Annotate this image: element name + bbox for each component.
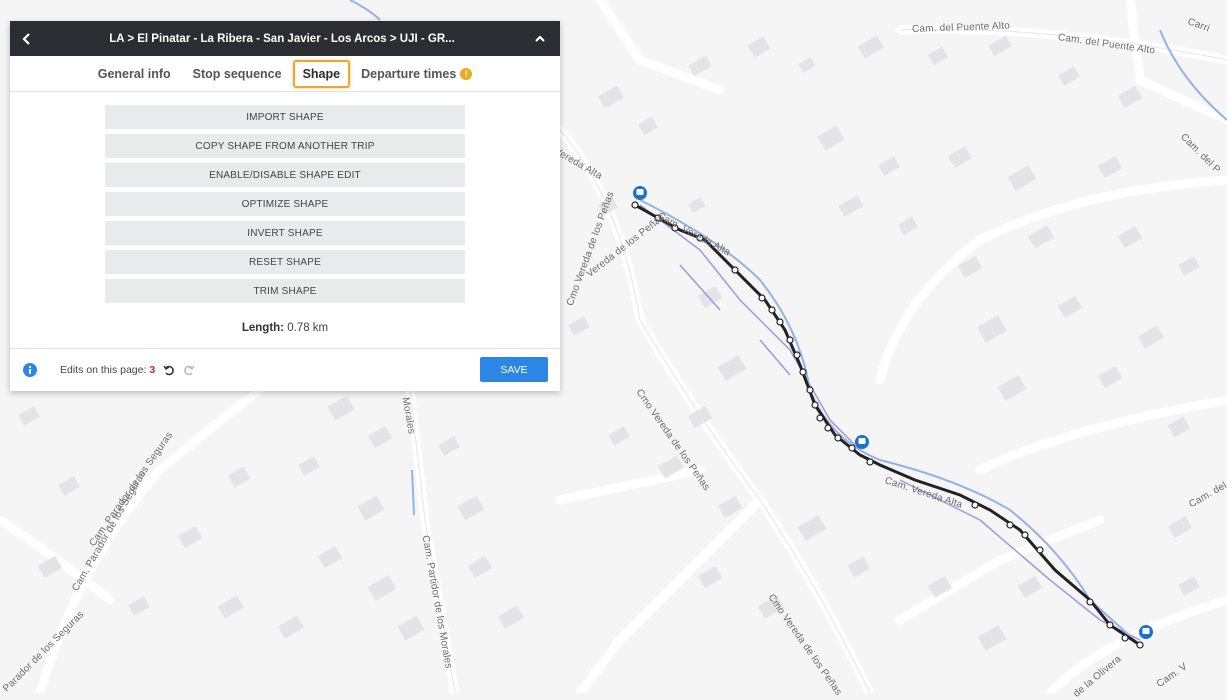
tab-bar: General info Stop sequence Shape Departu… xyxy=(10,56,560,92)
edits-label: Edits on this page: xyxy=(60,364,147,376)
edits-count: 3 xyxy=(149,364,156,376)
import-shape-button[interactable]: IMPORT SHAPE xyxy=(105,105,465,129)
back-button[interactable] xyxy=(10,21,44,56)
toggle-shape-edit-button[interactable]: ENABLE/DISABLE SHAPE EDIT xyxy=(105,163,465,187)
tab-label: General info xyxy=(97,66,171,81)
optimize-shape-button[interactable]: OPTIMIZE SHAPE xyxy=(105,192,465,216)
route-editor-panel: LA > El Pinatar - La Ribera - San Javier… xyxy=(10,21,560,391)
redo-button[interactable] xyxy=(183,364,195,376)
edits-counter: Edits on this page: 3 xyxy=(60,364,195,376)
chevron-left-icon xyxy=(22,32,30,45)
shape-actions: IMPORT SHAPE COPY SHAPE FROM ANOTHER TRI… xyxy=(10,92,560,308)
info-button[interactable] xyxy=(10,363,50,377)
collapse-button[interactable] xyxy=(520,21,560,56)
bus-stop-icon[interactable] xyxy=(855,435,869,449)
bus-stop-icon[interactable] xyxy=(1139,625,1153,639)
bus-stop-icon[interactable] xyxy=(633,186,647,200)
panel-header: LA > El Pinatar - La Ribera - San Javier… xyxy=(10,21,560,56)
length-value: 0.78 km xyxy=(287,322,329,334)
tab-stop-sequence[interactable]: Stop sequence xyxy=(182,61,293,87)
invert-shape-button[interactable]: INVERT SHAPE xyxy=(105,221,465,245)
trim-shape-button[interactable]: TRIM SHAPE xyxy=(105,279,465,303)
panel-footer: Edits on this page: 3 SAVE xyxy=(10,348,560,391)
undo-icon xyxy=(163,365,175,376)
tab-shape[interactable]: Shape xyxy=(292,59,351,88)
save-button[interactable]: SAVE xyxy=(480,357,548,382)
panel-title: LA > El Pinatar - La Ribera - San Javier… xyxy=(109,32,455,45)
warning-icon: ! xyxy=(460,67,473,80)
undo-button[interactable] xyxy=(163,364,175,376)
tab-label: Shape xyxy=(302,66,341,81)
tab-label: Departure times xyxy=(361,66,457,81)
redo-icon xyxy=(184,365,195,376)
info-icon xyxy=(23,363,37,377)
reset-shape-button[interactable]: RESET SHAPE xyxy=(105,250,465,274)
tab-label: Stop sequence xyxy=(192,66,282,81)
shape-length: Length: 0.78 km xyxy=(10,322,560,334)
tab-general-info[interactable]: General info xyxy=(87,61,182,87)
length-label: Length: xyxy=(241,322,285,334)
copy-shape-button[interactable]: COPY SHAPE FROM ANOTHER TRIP xyxy=(105,134,465,158)
tab-departure-times[interactable]: Departure times! xyxy=(350,61,483,87)
chevron-up-icon xyxy=(535,34,545,42)
